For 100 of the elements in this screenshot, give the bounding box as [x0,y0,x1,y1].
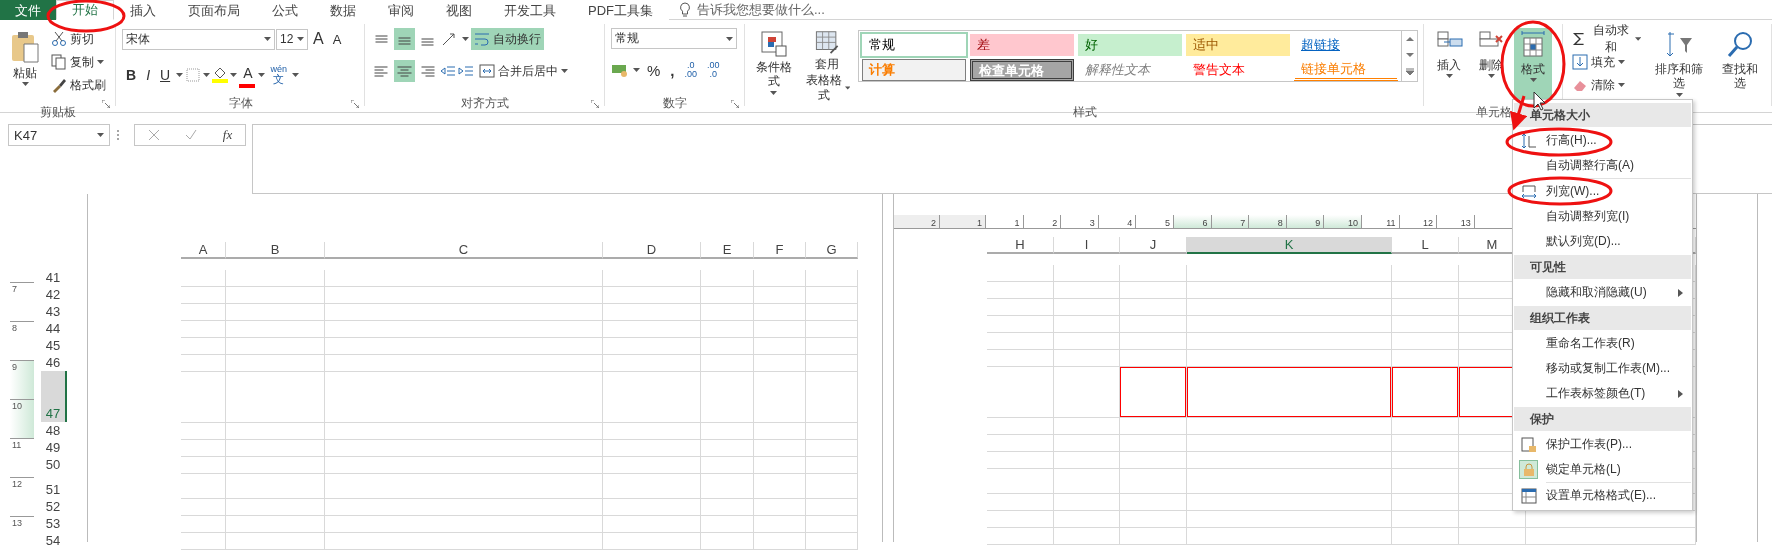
sheet-cell[interactable] [226,355,325,372]
sheet-cell[interactable] [987,528,1054,545]
sheet-cell[interactable] [1120,299,1187,316]
sheet-cell[interactable] [325,457,603,474]
sheet-cell[interactable] [1054,265,1120,282]
sheet-cell[interactable] [325,533,603,550]
sheet-cell[interactable] [603,474,701,499]
align-button[interactable] [394,28,415,50]
dialog-launcher-icon[interactable] [102,100,110,108]
sheet-cell[interactable] [701,355,754,372]
sheet-cell[interactable] [987,265,1054,282]
align-button[interactable] [394,60,415,82]
sheet-cell[interactable] [603,423,701,440]
column-header[interactable]: G [806,242,858,259]
sheet-cell[interactable] [603,516,701,533]
sheet-cell[interactable] [701,287,754,304]
sheet-cell[interactable] [1187,367,1392,418]
sheet-cell[interactable] [603,457,701,474]
sheet-cell[interactable] [1392,333,1459,350]
sheet-cell[interactable] [701,474,754,499]
sheet-cell[interactable] [1392,265,1459,282]
sheet-cell[interactable] [1120,316,1187,333]
column-header[interactable]: H [987,237,1054,254]
sheet-cell[interactable] [987,333,1054,350]
italic-button[interactable]: I [142,64,154,86]
sheet-cell[interactable] [1054,528,1120,545]
sheet-cell[interactable] [806,304,858,321]
sheet-cell[interactable] [1054,469,1120,494]
sheet-cell[interactable] [1187,350,1392,367]
sheet-cell[interactable] [754,457,806,474]
sheet-cell[interactable] [325,321,603,338]
sheet-cell[interactable] [1392,435,1459,452]
sheet-cell[interactable] [1526,528,1696,545]
sheet-cell[interactable] [325,287,603,304]
sheet-cell[interactable] [1187,282,1392,299]
sheet-cell[interactable] [325,304,603,321]
sheet-cell[interactable] [754,304,806,321]
wrap-text-button[interactable]: 自动换行 [471,28,544,50]
column-header[interactable]: A [181,242,226,259]
sheet-cell[interactable] [754,355,806,372]
sheet-cell[interactable] [1187,528,1392,545]
sheet-cell[interactable] [1392,316,1459,333]
sheet-cell[interactable] [226,287,325,304]
row-header[interactable]: 47 [41,371,67,422]
sheet-cell[interactable] [1120,265,1187,282]
sheet-cell[interactable] [325,423,603,440]
sheet-cell[interactable] [226,321,325,338]
sheet-cell[interactable] [603,287,701,304]
sheet-cell[interactable] [325,355,603,372]
menu-item[interactable]: 列宽(W)... [1514,179,1691,204]
sheet-cell[interactable] [1054,418,1120,435]
phonetic-button[interactable]: wén 文 [267,64,290,86]
menu-item[interactable]: 自动调整行高(A) [1514,153,1691,178]
sheet-cell[interactable] [603,321,701,338]
sheet-cell[interactable] [1120,367,1187,418]
sheet-cell[interactable] [226,499,325,516]
sheet-cell[interactable] [806,287,858,304]
column-header[interactable]: J [1120,237,1187,254]
sheet-cell[interactable] [1187,333,1392,350]
sheet-cell[interactable] [987,435,1054,452]
sheet-cell[interactable] [806,474,858,499]
menu-item[interactable]: 设置单元格格式(E)... [1514,483,1691,508]
grow-font-button[interactable]: A [309,28,328,50]
sheet-cell[interactable] [1392,452,1459,469]
dialog-launcher-icon[interactable] [731,100,739,108]
column-header[interactable]: D [603,242,701,259]
file-tab[interactable]: 文件 [0,0,56,20]
sheet-cell[interactable] [1120,282,1187,299]
sheet-cell[interactable] [1392,299,1459,316]
sheet-cell[interactable] [806,457,858,474]
sheet-cell[interactable] [325,499,603,516]
sheet-cell[interactable] [806,440,858,457]
sort-filter-button[interactable]: 排序和筛选 [1648,28,1711,104]
sheet-cell[interactable] [754,287,806,304]
sheet-cell[interactable] [1054,494,1120,511]
sheet-cell[interactable] [754,338,806,355]
dialog-launcher-icon[interactable] [591,100,599,108]
sheet-cell[interactable] [1392,469,1459,494]
sheet-cell[interactable] [325,474,603,499]
sheet-cell[interactable] [1187,299,1392,316]
cell-style-option[interactable]: 差 [970,34,1074,56]
column-header[interactable]: I [1054,237,1120,254]
sheet-cell[interactable] [325,338,603,355]
sheet-cell[interactable] [754,423,806,440]
font-color-button[interactable]: A [239,62,257,84]
sheet-cell[interactable] [603,304,701,321]
sheet-cell[interactable] [806,321,858,338]
sheet-cell[interactable] [181,516,226,533]
sheet-cell[interactable] [1392,418,1459,435]
copy-button[interactable]: 复制 [48,51,109,73]
font-name-select[interactable]: 宋体 [122,28,275,50]
sheet-cell[interactable] [181,270,226,287]
cells-button[interactable]: 插入 [1430,28,1468,104]
sheet-cell[interactable] [603,355,701,372]
sheet-cell[interactable] [325,516,603,533]
sheet-cell[interactable] [226,474,325,499]
sheet-cell[interactable] [1120,528,1187,545]
sheet-cell[interactable] [987,494,1054,511]
menu-item[interactable]: 移动或复制工作表(M)... [1514,356,1691,381]
sheet-cell[interactable] [1120,494,1187,511]
